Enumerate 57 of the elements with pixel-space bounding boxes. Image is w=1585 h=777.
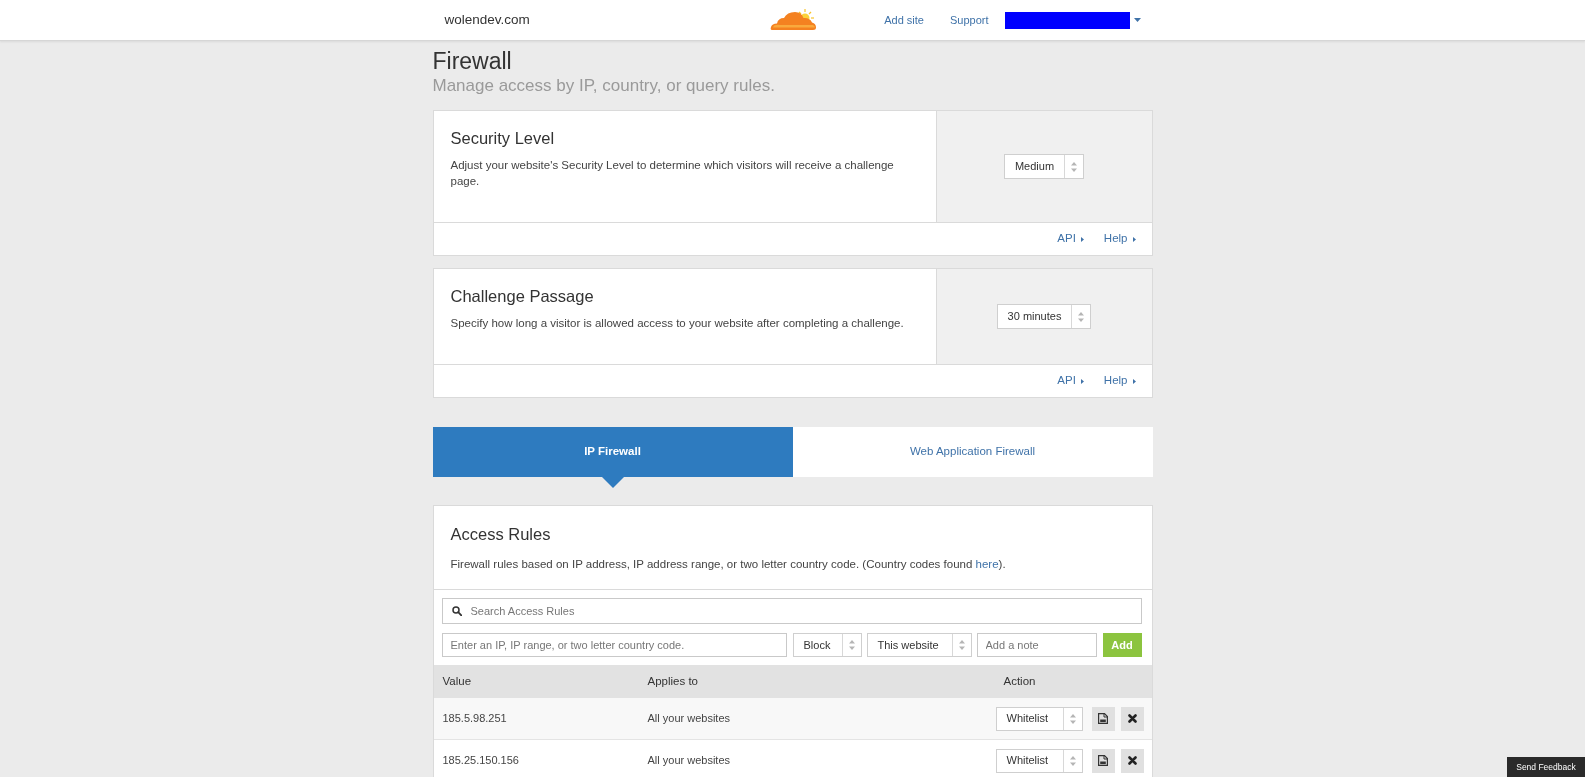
card-title: Security Level bbox=[450, 128, 556, 149]
footer-link[interactable]: API bbox=[1057, 372, 1084, 390]
table-cell-text: 185.25.150.156 bbox=[442, 753, 520, 769]
card-title: Challenge Passage bbox=[450, 286, 595, 307]
page-subtitle: Manage access by IP, country, or query rules. bbox=[432, 75, 776, 97]
tab[interactable]: IP Firewall bbox=[432, 427, 793, 477]
note-input-field[interactable]: Add a note bbox=[976, 633, 1097, 657]
updown-arrows-icon bbox=[1069, 713, 1076, 724]
page-title: Firewall bbox=[432, 47, 513, 75]
document-icon bbox=[1098, 755, 1108, 766]
document-icon bbox=[1098, 713, 1108, 724]
cloud-logo[interactable] bbox=[768, 8, 817, 32]
setting-select[interactable]: Medium bbox=[1003, 154, 1085, 179]
card-description: Specify how long a visitor is allowed access to your website after completing a challenge. bbox=[450, 316, 905, 331]
updown-arrows-icon bbox=[1071, 161, 1078, 172]
caret-right-icon bbox=[1132, 378, 1136, 384]
footer-link[interactable]: Help bbox=[1103, 372, 1136, 390]
caret-down-icon[interactable] bbox=[1133, 18, 1141, 22]
rule-mode-select[interactable]: Block bbox=[792, 633, 862, 657]
search-icon bbox=[451, 606, 462, 616]
caret-right-icon bbox=[1080, 378, 1084, 384]
rule-action-select[interactable]: Whitelist bbox=[995, 748, 1083, 773]
ip-input-field[interactable]: Enter an IP, IP range, or two letter country code. bbox=[441, 633, 787, 657]
save-button[interactable] bbox=[1091, 706, 1115, 731]
section-title: Access Rules bbox=[450, 524, 552, 545]
nav-link[interactable]: Add site bbox=[884, 11, 924, 29]
search-field[interactable]: Search Access Rules bbox=[441, 598, 1142, 624]
country-codes-link[interactable]: here bbox=[975, 558, 999, 570]
rule-action-select[interactable]: Whitelist bbox=[995, 706, 1083, 731]
table-cell-text: 185.5.98.251 bbox=[442, 711, 508, 727]
footer-link[interactable]: API bbox=[1057, 230, 1084, 248]
column-header: Action bbox=[1003, 673, 1037, 689]
updown-arrows-icon bbox=[848, 640, 855, 650]
nav-link[interactable]: Support bbox=[949, 11, 989, 29]
close-icon bbox=[1127, 714, 1137, 723]
tab-pointer-icon bbox=[601, 477, 624, 488]
feedback-button[interactable]: Send Feedback bbox=[1507, 757, 1585, 777]
column-header: Applies to bbox=[647, 673, 699, 689]
delete-button[interactable] bbox=[1120, 706, 1144, 731]
save-button[interactable] bbox=[1091, 748, 1115, 773]
table-cell-text: All your websites bbox=[647, 711, 732, 727]
column-header: Value bbox=[442, 673, 473, 689]
rule-scope-select[interactable]: This website bbox=[866, 633, 972, 657]
site-domain: wolendev.com bbox=[444, 10, 530, 29]
delete-button[interactable] bbox=[1120, 748, 1144, 773]
caret-right-icon bbox=[1080, 236, 1084, 242]
table-cell-text: All your websites bbox=[647, 753, 732, 769]
footer-link[interactable]: Help bbox=[1103, 230, 1136, 248]
updown-arrows-icon bbox=[958, 640, 965, 650]
tab[interactable]: Web Application Firewall bbox=[792, 427, 1153, 477]
updown-arrows-icon bbox=[1069, 755, 1076, 766]
updown-arrows-icon bbox=[1078, 311, 1085, 322]
caret-right-icon bbox=[1132, 236, 1136, 242]
close-icon bbox=[1127, 756, 1137, 765]
section-description: Firewall rules based on IP address, IP address range, or two letter country code. (Country codes found here). bbox=[450, 557, 1007, 572]
card-description: Adjust your website's Security Level to determine which visitors will receive a challenge page. bbox=[450, 158, 895, 189]
setting-select[interactable]: 30 minutes bbox=[996, 304, 1092, 329]
